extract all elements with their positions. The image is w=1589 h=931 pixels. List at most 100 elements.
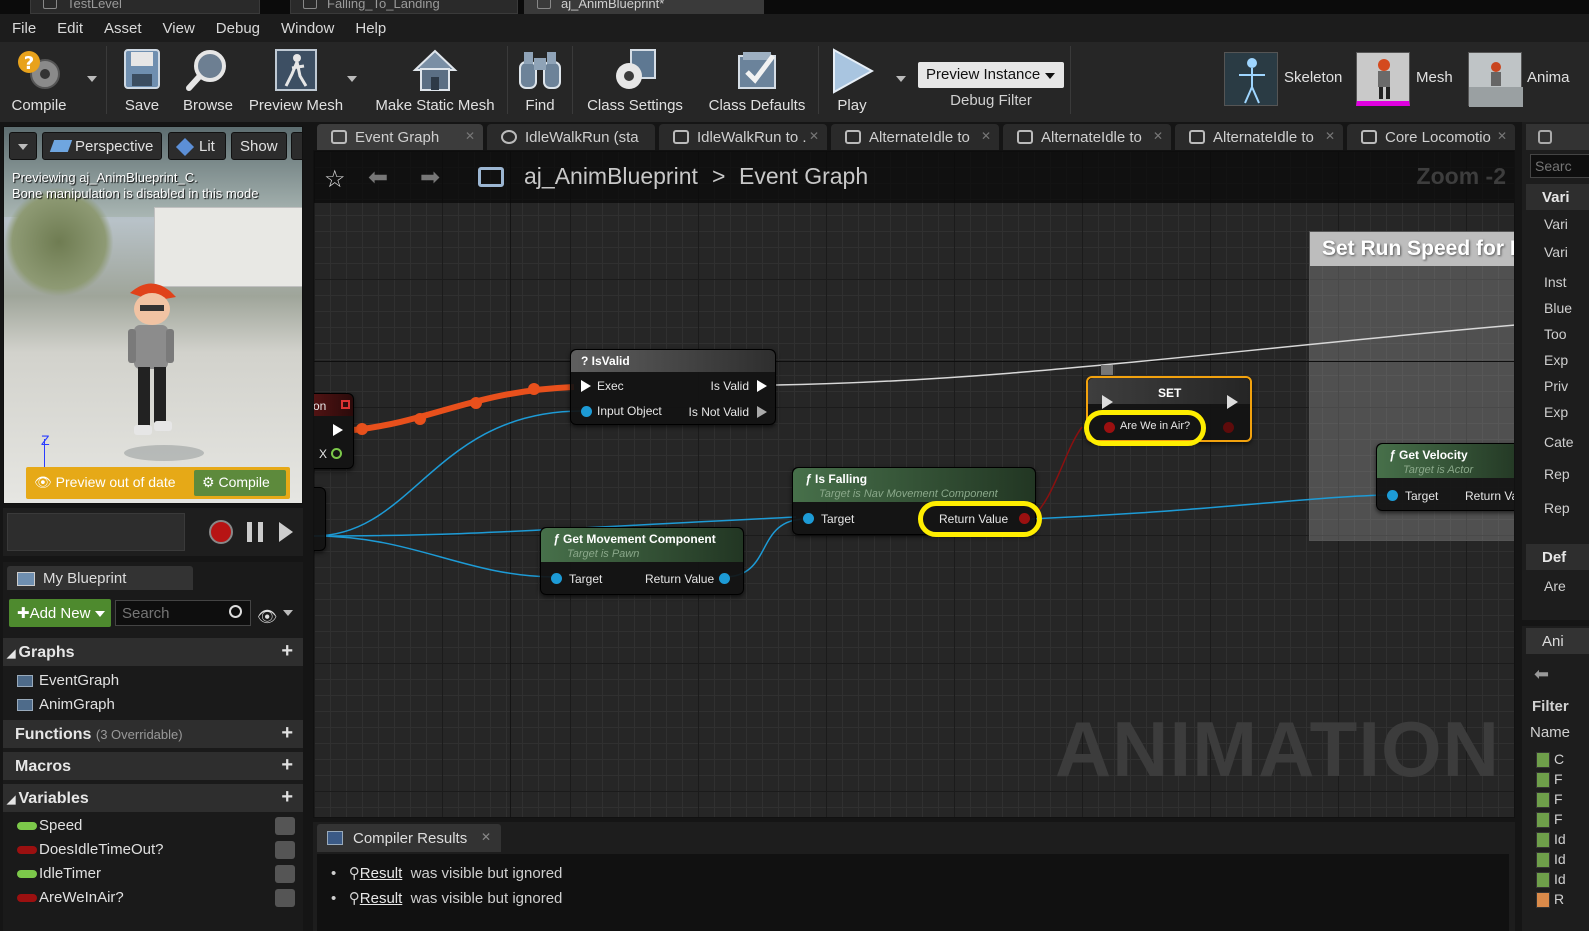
object-pin-icon[interactable] — [1387, 490, 1398, 501]
tab-idle-walk-run-state[interactable]: IdleWalkRun (sta — [487, 124, 655, 150]
object-pin-icon[interactable] — [581, 406, 592, 417]
close-icon[interactable]: ✕ — [1325, 129, 1335, 143]
visibility-eye-icon[interactable] — [275, 865, 295, 883]
result-link[interactable]: Result — [360, 865, 403, 882]
play-button[interactable]: Play — [824, 42, 880, 118]
pause-icon[interactable] — [247, 522, 263, 542]
visibility-eye-icon[interactable] — [275, 841, 295, 859]
viewport-more-button[interactable] — [291, 132, 302, 160]
back-arrow-icon[interactable]: ⬅ — [368, 163, 388, 192]
boolean-out-pin-icon[interactable] — [1223, 422, 1234, 433]
doc-tab-testlevel[interactable]: TestLevel — [30, 0, 260, 14]
event-graph-canvas[interactable]: Set Run Speed for I ☆ ⬅ ➡ aj_AnimBluepri… — [313, 150, 1515, 818]
add-new-button[interactable]: ✚Add New — [9, 599, 111, 627]
visibility-eye-icon[interactable] — [275, 889, 295, 907]
show-button[interactable]: Show — [231, 132, 287, 160]
result-link[interactable]: Result — [360, 890, 403, 907]
tab-core-locomotion[interactable]: Core Locomotio ✕ — [1347, 124, 1515, 150]
variable-section-header[interactable]: Vari — [1526, 184, 1589, 210]
menu-view[interactable]: View — [151, 20, 204, 37]
doc-tab-anim-blueprint[interactable]: aj_AnimBlueprint* — [524, 0, 764, 14]
play-options-chevron-icon[interactable] — [896, 76, 906, 82]
graph-item-eventgraph[interactable]: EventGraph — [3, 668, 303, 692]
menu-debug[interactable]: Debug — [204, 20, 269, 37]
functions-section-header[interactable]: Functions (3 Overridable) + — [3, 720, 303, 748]
close-icon[interactable]: ✕ — [981, 129, 991, 143]
graphs-section-header[interactable]: ◢ Graphs + — [3, 638, 303, 666]
exec-out-pin[interactable] — [333, 424, 343, 436]
back-arrow-icon[interactable]: ⬅ — [1534, 664, 1549, 685]
class-settings-button[interactable]: Class Settings — [580, 42, 690, 118]
tab-idle-walk-run-transition[interactable]: IdleWalkRun to . ✕ — [659, 124, 827, 150]
doc-tab-falling-to-landing[interactable]: Falling_To_Landing — [290, 0, 518, 14]
preview-mesh-chevron-icon[interactable] — [347, 76, 357, 82]
graph-item-animgraph[interactable]: AnimGraph — [3, 692, 303, 716]
perspective-button[interactable]: Perspective — [42, 132, 162, 160]
browse-button[interactable]: Browse — [176, 42, 240, 118]
favorite-star-icon[interactable]: ☆ — [324, 165, 346, 194]
filter-label[interactable]: Filter — [1532, 698, 1569, 715]
breadcrumb-blueprint[interactable]: aj_AnimBlueprint — [524, 163, 698, 190]
close-icon[interactable]: ✕ — [465, 129, 475, 143]
details-tab[interactable] — [1526, 124, 1589, 150]
menu-file[interactable]: File — [0, 20, 45, 37]
exec-in-pin[interactable] — [1102, 395, 1113, 409]
my-blueprint-tab[interactable]: My Blueprint — [7, 566, 193, 590]
name-column-header[interactable]: Name — [1530, 724, 1570, 741]
class-defaults-button[interactable]: Class Defaults — [702, 42, 812, 118]
get-velocity-node[interactable]: ƒ Get Velocity Target is Actor Target Re… — [1376, 443, 1514, 511]
add-variable-plus-icon[interactable]: + — [281, 787, 293, 807]
find-button[interactable]: Find — [514, 42, 566, 118]
preview-instance-select[interactable]: Preview Instance — [918, 62, 1064, 88]
default-value-section-header[interactable]: Def — [1526, 544, 1589, 570]
save-button[interactable]: Save — [114, 42, 170, 118]
add-function-plus-icon[interactable]: + — [281, 723, 293, 743]
event-node-partial[interactable]: on X — [314, 393, 354, 469]
breadcrumb-graph[interactable]: Event Graph — [739, 163, 868, 190]
tab-alternate-idle-3[interactable]: AlternateIdle to ✕ — [1175, 124, 1343, 150]
menu-help[interactable]: Help — [343, 20, 395, 37]
details-search-input[interactable] — [1530, 154, 1589, 178]
is-valid-node[interactable]: ? IsValid Exec Input Object Is Valid Is … — [570, 349, 776, 425]
macros-section-header[interactable]: Macros + — [3, 752, 303, 780]
node-partial[interactable] — [314, 487, 326, 551]
view-options-chevron-icon[interactable] — [283, 610, 293, 616]
compile-button[interactable]: ? Compile — [4, 42, 74, 118]
variable-speed[interactable]: Speed — [3, 814, 303, 838]
exec-out-pin[interactable] — [1227, 395, 1238, 409]
menu-window[interactable]: Window — [269, 20, 343, 37]
menu-asset[interactable]: Asset — [92, 20, 151, 37]
object-pin-icon[interactable] — [551, 573, 562, 584]
make-static-mesh-button[interactable]: Make Static Mesh — [370, 42, 500, 118]
close-icon[interactable]: ✕ — [809, 129, 819, 143]
step-forward-icon[interactable] — [279, 522, 293, 542]
float-pin-icon[interactable] — [331, 448, 342, 459]
exec-in-pin[interactable] — [581, 380, 591, 392]
add-macro-plus-icon[interactable]: + — [281, 755, 293, 775]
variable-does-idle-time-out[interactable]: DoesIdleTimeOut? — [3, 838, 303, 862]
asset-browser-tab[interactable]: Ani — [1526, 628, 1589, 654]
visibility-eye-icon[interactable] — [275, 817, 295, 835]
compile-options-chevron-icon[interactable] — [87, 76, 97, 82]
tab-alternate-idle-2[interactable]: AlternateIdle to ✕ — [1003, 124, 1171, 150]
viewport-compile-button[interactable]: ⚙ Compile — [194, 470, 286, 496]
exec-out-pin-hollow[interactable] — [757, 406, 767, 418]
variables-section-header[interactable]: ◢ Variables + — [3, 784, 303, 812]
forward-arrow-icon[interactable]: ➡ — [420, 163, 440, 192]
lit-button[interactable]: Lit — [168, 132, 226, 160]
get-movement-component-node[interactable]: ƒ Get Movement Component Target is Pawn … — [540, 527, 744, 595]
record-icon[interactable] — [209, 520, 233, 544]
view-options-eye-icon[interactable]: 👁 — [257, 607, 277, 627]
tab-alternate-idle-1[interactable]: AlternateIdle to ✕ — [831, 124, 999, 150]
object-pin-icon[interactable] — [719, 573, 730, 584]
variable-idle-timer[interactable]: IdleTimer — [3, 862, 303, 886]
object-pin-icon[interactable] — [803, 513, 814, 524]
compiler-results-tab[interactable]: Compiler Results ✕ — [317, 824, 501, 852]
delegate-pin-icon[interactable] — [341, 400, 350, 409]
close-icon[interactable]: ✕ — [1497, 129, 1507, 143]
preview-viewport[interactable]: Perspective Lit Show Previewing aj_AnimB… — [3, 126, 303, 504]
timeline-field[interactable] — [7, 513, 185, 551]
preview-mesh-button[interactable]: Preview Mesh — [246, 42, 346, 118]
close-icon[interactable]: ✕ — [1153, 129, 1163, 143]
close-icon[interactable]: ✕ — [481, 830, 491, 844]
